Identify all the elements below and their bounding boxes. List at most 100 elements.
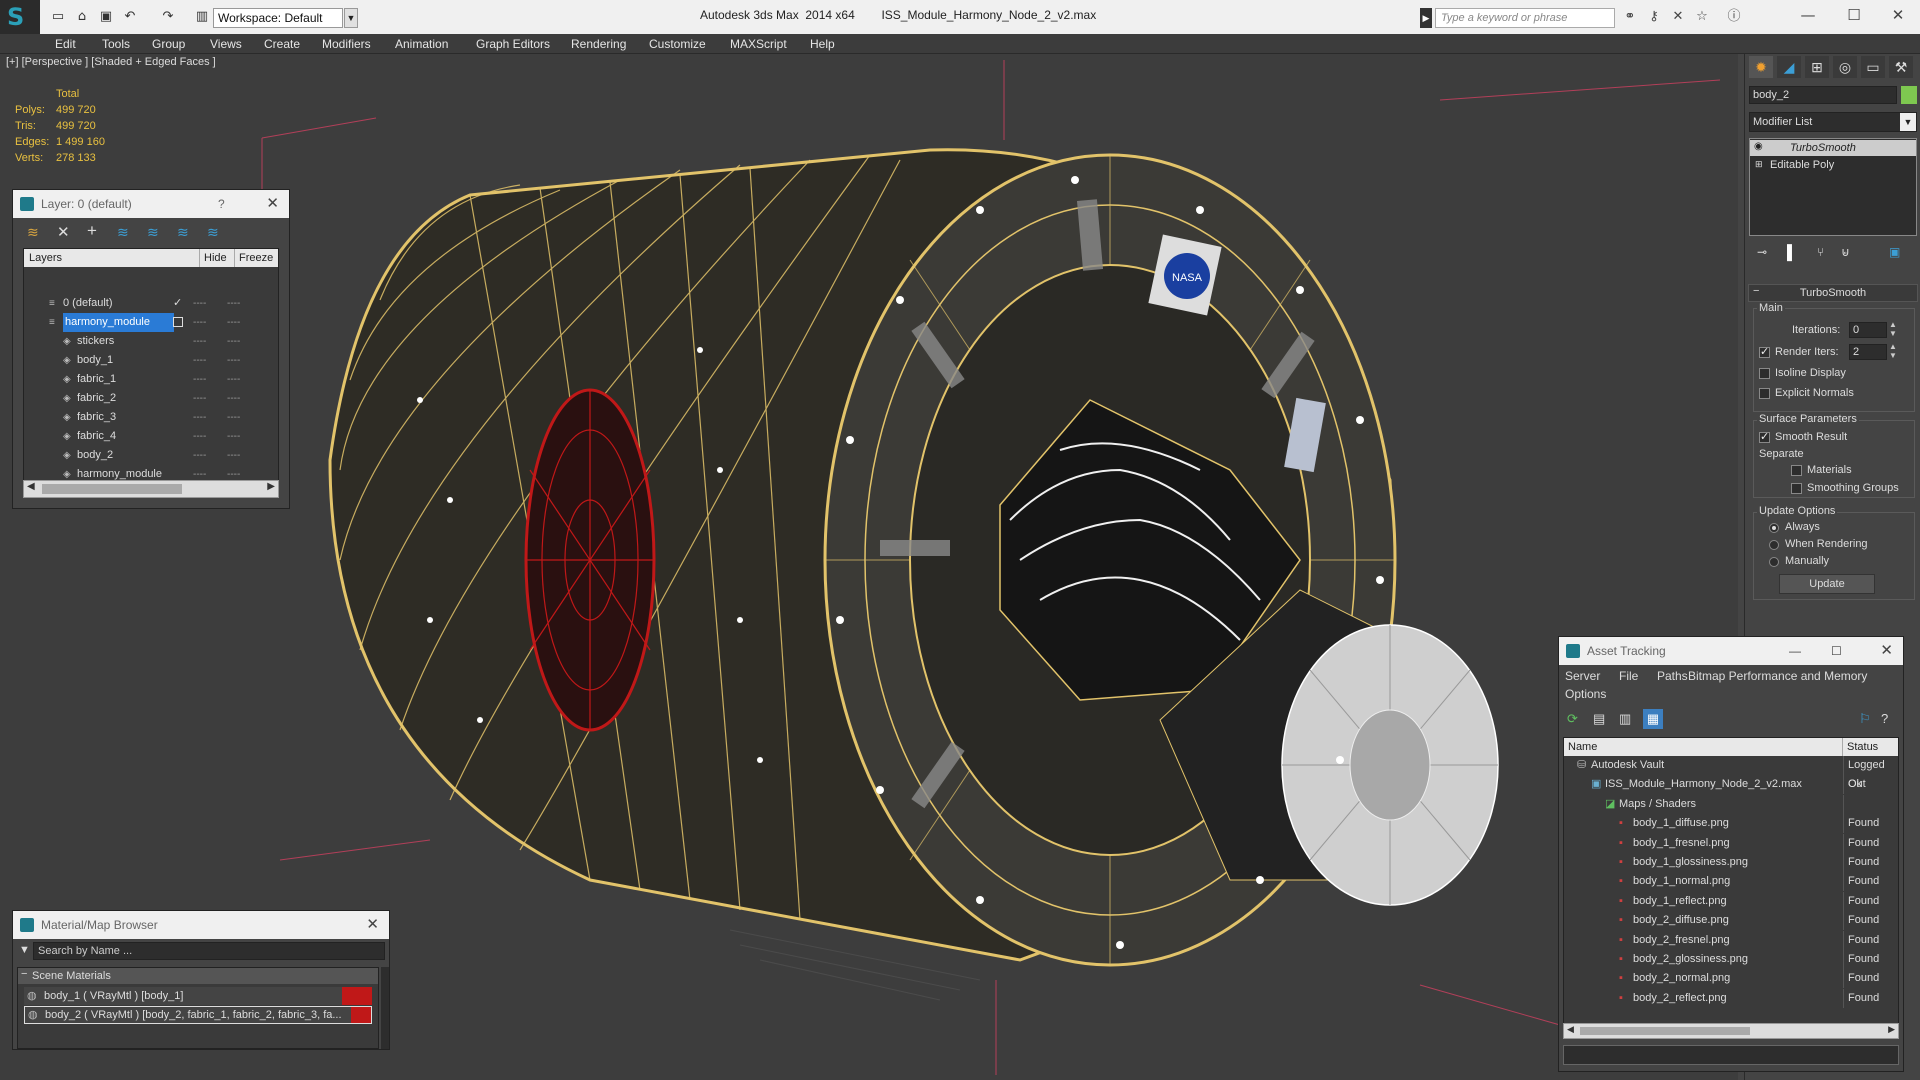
display-tab-icon[interactable]: ▭ — [1861, 56, 1885, 78]
browser-options-icon[interactable]: ▼ — [19, 944, 30, 956]
current-layer-check-icon[interactable]: ✓ — [173, 294, 182, 313]
binoculars-icon[interactable]: ⚭ — [1622, 9, 1638, 25]
asset-menu-file[interactable]: File — [1619, 669, 1638, 683]
manually-radio[interactable] — [1769, 557, 1779, 567]
close-icon[interactable]: ✕ — [1880, 4, 1916, 26]
communication-icon[interactable]: ✕ — [1670, 9, 1686, 25]
highlight-selected-icon[interactable]: ≋ — [147, 224, 159, 241]
freeze-toggle[interactable]: ---- — [227, 370, 240, 389]
help-icon[interactable]: ? — [1881, 711, 1888, 726]
search-input[interactable]: Type a keyword or phrase — [1435, 8, 1615, 28]
delete-layer-icon[interactable]: ✕ — [57, 223, 70, 241]
menu-animation[interactable]: Animation — [393, 34, 450, 54]
hide-toggle[interactable]: ---- — [193, 389, 206, 408]
asset-row[interactable]: ▪ body_1_diffuse.png Found — [1563, 814, 1899, 834]
collapse-icon[interactable]: − — [1753, 285, 1759, 297]
collapse-icon[interactable]: − — [21, 968, 27, 980]
asset-row[interactable]: ◪ Maps / Shaders — [1563, 794, 1899, 814]
hide-toggle[interactable]: ---- — [193, 446, 206, 465]
help-icon[interactable]: ? — [218, 190, 225, 218]
menu-tools[interactable]: Tools — [100, 34, 132, 54]
explicit-normals-checkbox[interactable] — [1759, 388, 1770, 399]
expand-plus-icon[interactable]: ⊞ — [1755, 159, 1763, 170]
layer-row[interactable]: ◈ stickers ---- ---- — [39, 332, 289, 351]
workspace-dropdown[interactable]: Workspace: Default — [213, 8, 343, 28]
material-search-input[interactable]: Search by Name ... — [33, 942, 385, 960]
freeze-toggle[interactable]: ---- — [227, 408, 240, 427]
pin-stack-icon[interactable]: ⊸ — [1757, 245, 1767, 259]
hide-toggle[interactable]: ---- — [193, 465, 206, 484]
freeze-toggle[interactable]: ---- — [227, 446, 240, 465]
col-status[interactable]: Status — [1842, 738, 1878, 756]
app-menu-button[interactable]: S — [0, 0, 40, 34]
freeze-toggle[interactable]: ---- — [227, 427, 240, 446]
asset-menu-options[interactable]: Options — [1565, 687, 1606, 701]
freeze-toggle[interactable]: ---- — [227, 294, 240, 313]
freeze-toggle[interactable]: ---- — [227, 313, 240, 332]
project-folder-icon[interactable]: ▥ — [194, 9, 210, 25]
hide-toggle[interactable]: ---- — [193, 351, 206, 370]
mat-panel-titlebar[interactable]: Material/Map Browser ✕ — [13, 911, 389, 939]
viewport-label[interactable]: [+] [Perspective ] [Shaded + Edged Faces… — [6, 56, 216, 68]
help-icon[interactable]: ⓘ — [1726, 9, 1742, 25]
menu-create[interactable]: Create — [262, 34, 302, 54]
col-layers[interactable]: Layers — [29, 249, 62, 267]
hide-toggle[interactable]: ---- — [193, 370, 206, 389]
menu-graph-editors[interactable]: Graph Editors — [474, 34, 552, 54]
menu-rendering[interactable]: Rendering — [569, 34, 628, 54]
minimize-icon[interactable]: — — [1790, 4, 1826, 26]
smoothing-groups-checkbox[interactable] — [1791, 483, 1802, 494]
layer-row[interactable]: ◈ body_2 ---- ---- — [39, 446, 289, 465]
spinner-arrows-icon[interactable]: ▲ ▼ — [1889, 320, 1897, 338]
hide-toggle[interactable]: ---- — [193, 408, 206, 427]
scrollbar-thumb[interactable] — [1580, 1027, 1750, 1035]
show-end-result-icon[interactable]: ▌ — [1787, 244, 1797, 260]
layer-row[interactable]: ◈ fabric_2 ---- ---- — [39, 389, 289, 408]
undo-icon[interactable]: ↶ — [122, 9, 138, 25]
freeze-toggle[interactable]: ---- — [227, 332, 240, 351]
modify-tab-icon[interactable]: ◢ — [1777, 56, 1801, 78]
asset-row[interactable]: ▪ body_2_glossiness.png Found — [1563, 950, 1899, 969]
hide-all-icon[interactable]: ≋ — [177, 224, 189, 241]
object-color-swatch[interactable] — [1901, 86, 1917, 104]
set-current-icon[interactable] — [173, 317, 183, 327]
open-folder-icon[interactable]: ⌂ — [74, 9, 90, 25]
vertical-scrollbar[interactable] — [381, 967, 389, 1049]
spinner-arrows-icon[interactable]: ▲ ▼ — [1889, 342, 1897, 360]
smooth-result-checkbox[interactable] — [1759, 430, 1770, 443]
asset-row[interactable]: ▪ body_1_fresnel.png Found — [1563, 833, 1899, 853]
scroll-right-icon[interactable]: ▶ — [1888, 1024, 1895, 1035]
layer-row[interactable]: ◈ fabric_1 ---- ---- — [39, 370, 289, 389]
col-freeze[interactable]: Freeze — [234, 249, 273, 267]
asset-row[interactable]: ▪ body_2_normal.png Found — [1563, 969, 1899, 989]
menu-group[interactable]: Group — [150, 34, 187, 54]
scrollbar-thumb[interactable] — [42, 484, 182, 494]
layer-row[interactable]: ◈ body_1 ---- ---- — [39, 351, 289, 370]
asset-row[interactable]: ▪ body_2_diffuse.png Found — [1563, 911, 1899, 931]
asset-menu-bitmap[interactable]: Bitmap Performance and Memory — [1688, 669, 1867, 683]
hierarchy-tab-icon[interactable]: ⊞ — [1805, 56, 1829, 78]
isoline-display-checkbox[interactable] — [1759, 368, 1770, 379]
object-name-field[interactable]: body_2 — [1749, 86, 1897, 104]
create-tab-icon[interactable]: ✹ — [1749, 56, 1773, 78]
menu-customize[interactable]: Customize — [647, 34, 708, 54]
stack-item-turbosmooth[interactable]: TurboSmooth — [1750, 140, 1916, 156]
configure-sets-icon[interactable]: ▣ — [1889, 245, 1900, 259]
asset-horizontal-scrollbar[interactable]: ◀ ▶ — [1563, 1023, 1899, 1039]
asset-row[interactable]: ▪ body_2_fresnel.png Found — [1563, 930, 1899, 950]
asset-row[interactable]: ▪ body_1_glossiness.png Found — [1563, 853, 1899, 872]
when-rendering-radio[interactable] — [1769, 540, 1779, 550]
chevron-down-icon[interactable]: ▼ — [1900, 113, 1916, 131]
close-icon[interactable]: ✕ — [266, 190, 279, 218]
col-hide[interactable]: Hide — [199, 249, 227, 267]
close-icon[interactable]: ✕ — [1880, 637, 1893, 665]
col-name[interactable]: Name — [1568, 738, 1597, 756]
layer-row[interactable]: ≡ harmony_module ---- ---- — [39, 313, 289, 332]
close-icon[interactable]: ✕ — [366, 911, 379, 939]
layer-row[interactable]: ◈ fabric_4 ---- ---- — [39, 427, 289, 446]
refresh-icon[interactable]: ⟳ — [1567, 711, 1578, 727]
menu-help[interactable]: Help — [808, 34, 837, 54]
asset-menu-paths[interactable]: Paths — [1657, 669, 1688, 683]
always-radio[interactable] — [1769, 523, 1779, 533]
menu-maxscript[interactable]: MAXScript — [728, 34, 789, 54]
